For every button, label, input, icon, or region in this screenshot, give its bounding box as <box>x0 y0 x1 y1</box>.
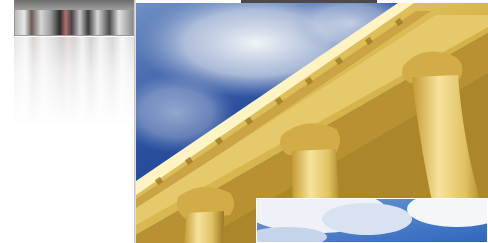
street-scene-thumbnail[interactable] <box>14 9 134 36</box>
thumbnail-top-edge <box>14 0 134 9</box>
thumbnail-panel <box>0 0 135 243</box>
thumbnail-reflection <box>14 37 134 127</box>
next-photo-preview[interactable] <box>256 198 488 243</box>
sky-preview-image <box>257 199 487 242</box>
